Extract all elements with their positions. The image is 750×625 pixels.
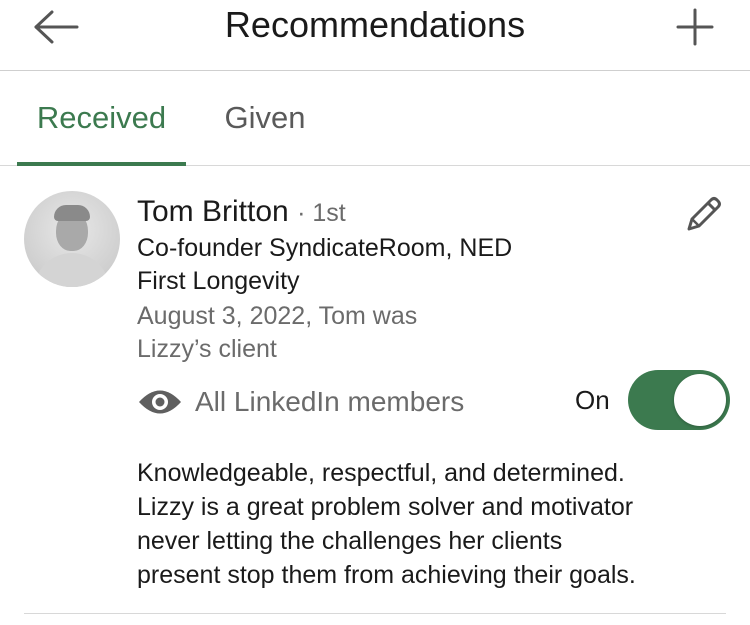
page-title: Recommendations bbox=[224, 4, 526, 45]
recommendation-text-line: Lizzy is a great problem solver and moti… bbox=[137, 493, 634, 521]
eye-icon bbox=[139, 390, 181, 414]
recommendation-text-line: Knowledgeable, respectful, and determine… bbox=[137, 459, 625, 487]
meta-line: August 3, 2022, Tom was bbox=[137, 302, 418, 330]
meta-line: Lizzy’s client bbox=[137, 335, 277, 363]
recommendation-text-line: never letting the challenges her clients bbox=[137, 527, 563, 555]
add-recommendation-button[interactable] bbox=[670, 2, 720, 52]
pencil-icon bbox=[687, 197, 721, 231]
edit-button[interactable] bbox=[680, 192, 726, 238]
tab-bar: Received Given bbox=[0, 71, 750, 166]
plus-icon bbox=[676, 8, 714, 46]
visibility-label: All LinkedIn members bbox=[195, 386, 465, 417]
recommendations-screen: Recommendations Received Given Tom Britt… bbox=[0, 0, 750, 625]
toggle-state-label: On bbox=[575, 385, 610, 415]
recommender-name-line: Tom Britton · 1st bbox=[137, 194, 346, 231]
avatar[interactable] bbox=[24, 191, 120, 287]
divider bbox=[24, 613, 726, 614]
recommendation-text: Knowledgeable, respectful, and determine… bbox=[137, 456, 737, 592]
connection-degree: · 1st bbox=[297, 199, 346, 227]
relationship-meta: August 3, 2022, Tom was Lizzy’s client bbox=[137, 300, 557, 366]
visibility-setting: All LinkedIn members bbox=[137, 380, 464, 424]
headline-line: First Longevity bbox=[137, 267, 300, 295]
recommender-headline: Co-founder SyndicateRoom, NED First Long… bbox=[137, 232, 657, 298]
tab-given[interactable]: Given bbox=[210, 71, 320, 165]
tab-received[interactable]: Received bbox=[17, 71, 186, 166]
visibility-toggle[interactable] bbox=[628, 370, 730, 430]
headline-line: Co-founder SyndicateRoom, NED bbox=[137, 234, 513, 262]
recommender-name[interactable]: Tom Britton bbox=[137, 195, 289, 228]
recommendation-text-line: present stop them from achieving their g… bbox=[137, 561, 636, 589]
header-bar: Recommendations bbox=[0, 0, 750, 71]
toggle-knob bbox=[674, 374, 726, 426]
